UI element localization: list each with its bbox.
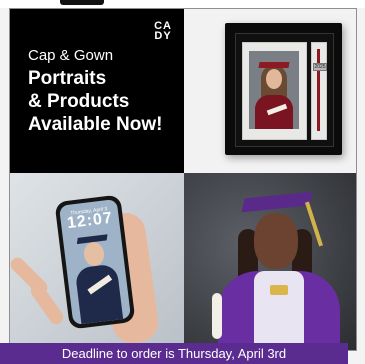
- photo-face: [266, 69, 282, 89]
- eyebrow-text: Cap & Gown: [28, 47, 114, 64]
- headline-line-3: Available Now!: [28, 114, 163, 135]
- portrait-face: [254, 213, 298, 269]
- screen-grad-gown: [74, 263, 124, 325]
- phone-screen: Thursday, April 3 12:07: [58, 198, 132, 326]
- tassel-charm: 2025: [313, 63, 327, 71]
- stole-badge: [270, 285, 288, 295]
- top-cutout: [60, 0, 104, 5]
- headline: Portraits & Products Available Now!: [28, 67, 178, 136]
- phone-photo-panel: Thursday, April 3 12:07: [10, 173, 184, 350]
- top-strip: [0, 0, 365, 8]
- deadline-banner: Deadline to order is Thursday, April 3rd: [0, 343, 348, 364]
- shadowbox-frame: 2025: [225, 23, 342, 155]
- grad-photo: [249, 51, 299, 129]
- tassel-cord: [317, 49, 320, 131]
- shadowbox-inner: 2025: [235, 33, 334, 147]
- headline-line-2: & Products: [28, 91, 130, 112]
- deadline-text: Deadline to order is Thursday, April 3rd: [61, 346, 287, 361]
- headline-line-1: Portraits: [28, 68, 107, 89]
- cady-logo: CA DY: [154, 21, 172, 42]
- portrait-stole: [254, 271, 304, 350]
- shadowbox-panel: 2025: [184, 9, 356, 173]
- tassel-slot: 2025: [311, 42, 327, 140]
- promo-graphic: CA DY Cap & Gown Portraits & Products Av…: [0, 0, 365, 364]
- photo-matte: [242, 42, 307, 140]
- promo-card: CA DY Cap & Gown Portraits & Products Av…: [9, 8, 357, 351]
- logo-line-2: DY: [154, 30, 172, 42]
- grad-portrait-panel: [184, 173, 356, 350]
- screen-grad-face: [82, 240, 106, 268]
- portrait-diploma: [212, 293, 222, 339]
- photo-cap: [258, 62, 290, 68]
- headline-panel: CA DY Cap & Gown Portraits & Products Av…: [10, 9, 184, 173]
